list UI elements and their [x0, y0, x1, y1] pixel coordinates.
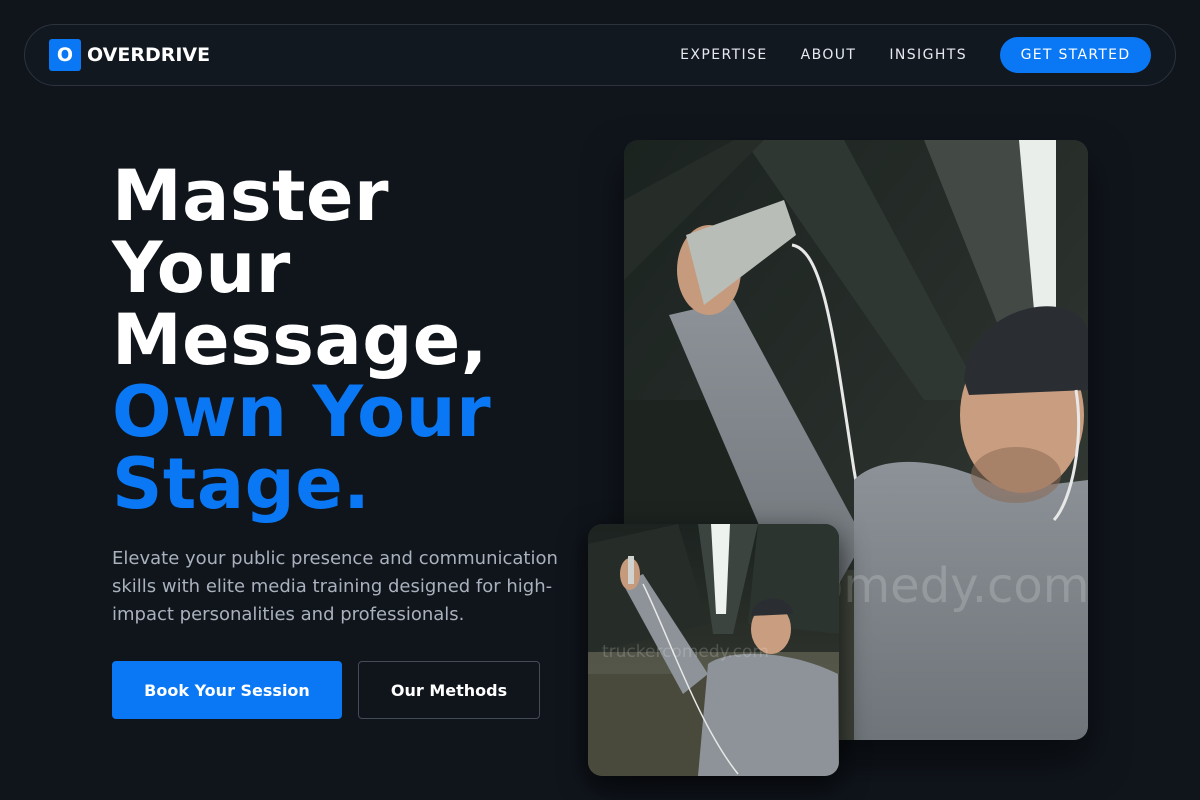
book-session-button[interactable]: Book Your Session	[112, 661, 342, 719]
hero-lead-text: Elevate your public presence and communi…	[112, 548, 558, 625]
logo-mark-icon: O	[49, 39, 81, 71]
nav-link-expertise[interactable]: EXPERTISE	[680, 47, 767, 63]
brand-name: OVERDRIVE	[87, 44, 211, 66]
nav-link-insights[interactable]: INSIGHTS	[889, 47, 967, 63]
headline-accent-line: Own Your	[112, 371, 492, 453]
nav-link-about[interactable]: ABOUT	[801, 47, 857, 63]
get-started-button[interactable]: GET STARTED	[1000, 37, 1151, 73]
headline-line: Master	[112, 155, 390, 237]
our-methods-button[interactable]: Our Methods	[358, 661, 540, 719]
headline-accent-line: Stage.	[112, 443, 371, 525]
brand-logo[interactable]: O OVERDRIVE	[49, 39, 210, 71]
hero-headline: Master Your Message, Own Your Stage.	[112, 160, 582, 520]
headline-line: Message,	[112, 299, 488, 381]
watermark-text: truckercomedy.com	[602, 642, 769, 662]
nav-menu: EXPERTISE ABOUT INSIGHTS GET STARTED	[680, 37, 1151, 73]
hero-photo-small: truckercomedy.com	[588, 524, 839, 776]
top-navbar: O OVERDRIVE EXPERTISE ABOUT INSIGHTS GET…	[24, 24, 1176, 86]
headline-line: Your	[112, 227, 291, 309]
